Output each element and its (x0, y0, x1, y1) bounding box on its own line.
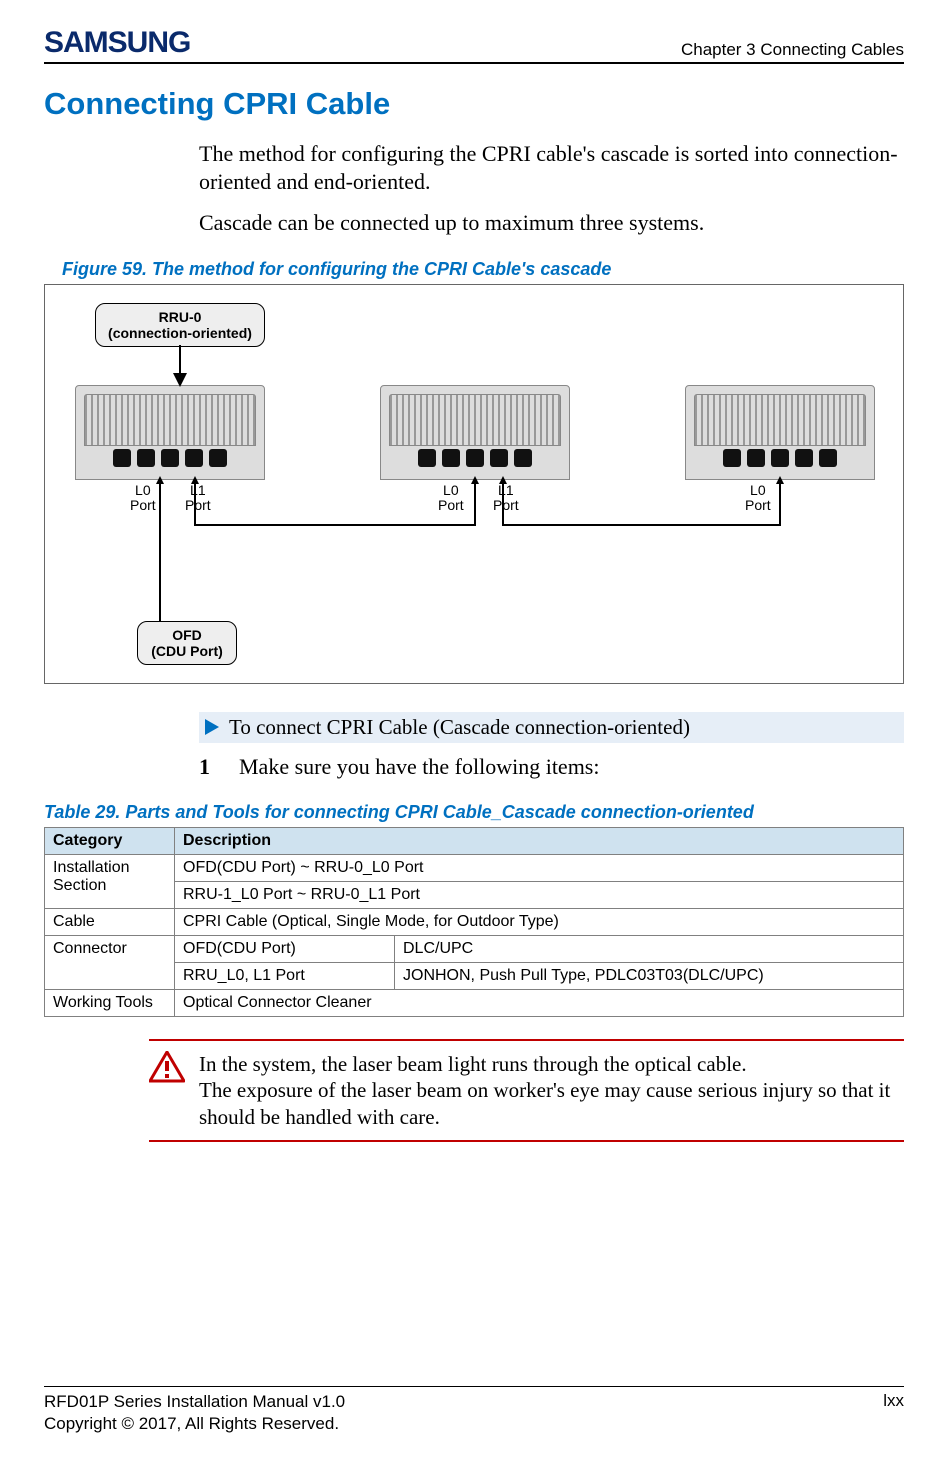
label-port: Port (438, 497, 464, 513)
label-l1: L1 (190, 482, 206, 498)
device-3 (685, 385, 875, 480)
table-header-row: Category Description (45, 828, 904, 855)
label-l0: L0 (750, 482, 766, 498)
cell-inst-r2: RRU-1_L0 Port ~ RRU-0_L1 Port (175, 882, 904, 909)
procedure-header: To connect CPRI Cable (Cascade connectio… (199, 712, 904, 743)
label-port: Port (185, 497, 211, 513)
device-1 (75, 385, 265, 480)
warning-text: In the system, the laser beam light runs… (199, 1051, 904, 1130)
cell-installation-section: Installation Section (45, 855, 175, 909)
ofd-label-sub: (CDU Port) (150, 643, 224, 659)
warning-block: In the system, the laser beam light runs… (149, 1039, 904, 1142)
page-footer: RFD01P Series Installation Manual v1.0 C… (44, 1386, 904, 1435)
parts-table: Category Description Installation Sectio… (44, 827, 904, 1017)
ofd-label-title: OFD (150, 627, 224, 643)
footer-manual: RFD01P Series Installation Manual v1.0 (44, 1391, 345, 1413)
col-description: Description (175, 828, 904, 855)
figure-caption: Figure 59. The method for configuring th… (62, 259, 904, 280)
page-header: SAMSUNG Chapter 3 Connecting Cables (44, 26, 904, 64)
label-l1: L1 (498, 482, 514, 498)
port-label-l0-1: L0 Port (130, 483, 156, 514)
arrow-right-icon (205, 719, 219, 735)
table-row: Connector OFD(CDU Port) DLC/UPC (45, 936, 904, 963)
cell-inst-r1: OFD(CDU Port) ~ RRU-0_L0 Port (175, 855, 904, 882)
intro-paragraph-1: The method for configuring the CPRI cabl… (199, 140, 904, 195)
brand-logo: SAMSUNG (44, 26, 190, 60)
chapter-label: Chapter 3 Connecting Cables (681, 40, 904, 60)
rru-label-title: RRU-0 (108, 309, 252, 325)
cell-connector-cat: Connector (45, 936, 175, 990)
cell-conn-r1c1: OFD(CDU Port) (175, 936, 395, 963)
cell-conn-r2c1: RRU_L0, L1 Port (175, 963, 395, 990)
label-port: Port (745, 497, 771, 513)
warn-line1: In the system, the laser beam light runs… (199, 1052, 747, 1076)
port-label-l0-3: L0 Port (745, 483, 771, 514)
label-port: Port (493, 497, 519, 513)
page-title: Connecting CPRI Cable (44, 86, 904, 122)
port-label-l1-1: L1 Port (185, 483, 211, 514)
table-row: Installation Section OFD(CDU Port) ~ RRU… (45, 855, 904, 882)
rru-label-sub: (connection-oriented) (108, 325, 252, 341)
intro-paragraph-2: Cascade can be connected up to maximum t… (199, 209, 904, 237)
warning-icon (149, 1051, 185, 1083)
step-text: Make sure you have the following items: (239, 753, 599, 781)
cell-tools-cat: Working Tools (45, 990, 175, 1017)
port-label-l1-2: L1 Port (493, 483, 519, 514)
cell-cable-cat: Cable (45, 909, 175, 936)
footer-page: lxx (883, 1391, 904, 1435)
step-1: 1 Make sure you have the following items… (199, 753, 904, 781)
cell-cable-desc: CPRI Cable (Optical, Single Mode, for Ou… (175, 909, 904, 936)
procedure-title: To connect CPRI Cable (Cascade connectio… (229, 715, 690, 740)
table-row: Working Tools Optical Connector Cleaner (45, 990, 904, 1017)
label-l0: L0 (135, 482, 151, 498)
warn-line2: The exposure of the laser beam on worker… (199, 1078, 890, 1128)
label-port: Port (130, 497, 156, 513)
rru-label: RRU-0 (connection-oriented) (95, 303, 265, 347)
label-l0: L0 (443, 482, 459, 498)
cell-conn-r2c2: JONHON, Push Pull Type, PDLC03T03(DLC/UP… (395, 963, 904, 990)
figure-frame: RRU-0 (connection-oriented) L0 Port L1 P… (44, 284, 904, 684)
ofd-label: OFD (CDU Port) (137, 621, 237, 665)
footer-copyright: Copyright © 2017, All Rights Reserved. (44, 1413, 345, 1435)
device-2 (380, 385, 570, 480)
cell-conn-r1c2: DLC/UPC (395, 936, 904, 963)
step-number: 1 (199, 754, 219, 780)
col-category: Category (45, 828, 175, 855)
port-label-l0-2: L0 Port (438, 483, 464, 514)
table-caption: Table 29. Parts and Tools for connecting… (44, 802, 904, 823)
table-row: Cable CPRI Cable (Optical, Single Mode, … (45, 909, 904, 936)
cell-tools-desc: Optical Connector Cleaner (175, 990, 904, 1017)
